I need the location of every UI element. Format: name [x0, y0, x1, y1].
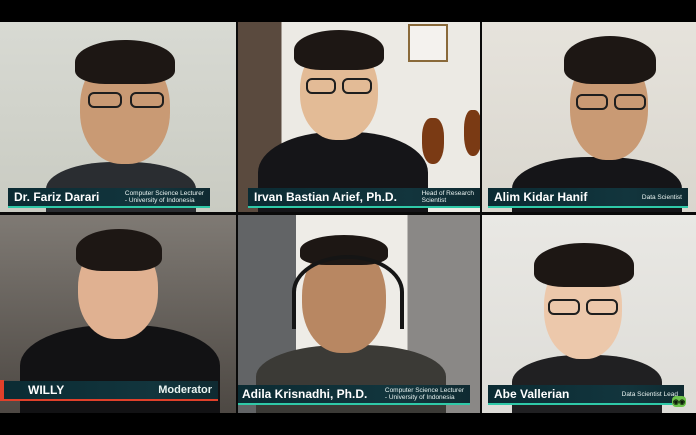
participant-name: Abe Vallerian [494, 387, 570, 401]
video-tile-willy[interactable]: WILLY Moderator [0, 215, 236, 413]
wall-certificate [408, 24, 448, 62]
participant-name: Irvan Bastian Arief, Ph.D. [254, 190, 397, 204]
nameplate: Irvan Bastian Arief, Ph.D. Head of Resea… [248, 188, 480, 208]
video-tile-adila[interactable]: Adila Krisnadhi, Ph.D. Computer Science … [238, 215, 480, 413]
video-grid: Dr. Fariz Darari Computer Science Lectur… [0, 22, 696, 413]
video-tile-irvan[interactable]: Irvan Bastian Arief, Ph.D. Head of Resea… [238, 22, 480, 212]
owl-logo-icon: ◉◉ [672, 396, 686, 407]
role-line-1: Data Scientist [641, 193, 682, 201]
nameplate: Abe Vallerian Data Scientist Lead [488, 385, 684, 405]
participant-name: Alim Kidar Hanif [494, 190, 588, 204]
participant-role: Head of Research Scientist [422, 190, 474, 204]
video-tile-fariz[interactable]: Dr. Fariz Darari Computer Science Lectur… [0, 22, 236, 212]
violin [422, 118, 444, 164]
nameplate: Dr. Fariz Darari Computer Science Lectur… [8, 188, 210, 208]
role-line-1: Head of Research [421, 190, 474, 197]
participant-name: Adila Krisnadhi, Ph.D. [242, 387, 368, 401]
role-line-1: Moderator [158, 384, 212, 396]
role-line-1: Data Scientist Lead [621, 390, 678, 398]
plate-accent [0, 380, 4, 400]
nameplate: Alim Kidar Hanif Data Scientist [488, 188, 688, 208]
role-line-2: - University of Indonesia [384, 394, 455, 401]
participant-name: Dr. Fariz Darari [14, 190, 100, 204]
participant-role: Moderator [158, 384, 212, 396]
participant-role: Data Scientist Lead [622, 391, 678, 398]
nameplate: WILLY Moderator [0, 380, 218, 401]
nameplate: Adila Krisnadhi, Ph.D. Computer Science … [238, 385, 470, 405]
participant-role: Computer Science Lecturer - University o… [385, 387, 464, 401]
participant-role: Computer Science Lecturer - University o… [125, 190, 204, 204]
participant-name: WILLY [28, 383, 65, 397]
video-tile-alim[interactable]: Alim Kidar Hanif Data Scientist [482, 22, 696, 212]
role-line-2: Scientist [421, 197, 447, 204]
role-line-1: Computer Science Lecturer [124, 190, 204, 197]
violin [464, 110, 480, 156]
video-tile-abe[interactable]: Abe Vallerian Data Scientist Lead ◉◉ [482, 215, 696, 413]
participant-role: Data Scientist [642, 194, 682, 201]
role-line-2: - University of Indonesia [124, 197, 195, 204]
role-line-1: Computer Science Lecturer [384, 387, 464, 394]
